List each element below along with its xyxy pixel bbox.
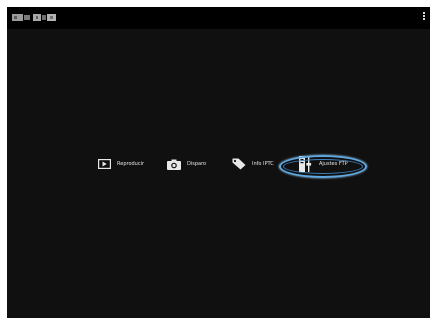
menu-item-reproducir[interactable]: Reproducir [98,153,144,175]
ftp-settings-icon [299,156,312,172]
menu-item-info-iptc[interactable]: Info IPTC [232,153,274,175]
tag-icon [232,158,246,170]
menu-item-label: Info IPTC [252,161,274,167]
menu-item-label: Reproducir [117,161,145,167]
logo [12,14,56,21]
menu-item-ajustes-ftp[interactable]: Ajustes FTP [299,153,348,175]
kebab-menu-icon[interactable] [421,11,427,25]
menu-item-label: Ajustes FTP [319,161,348,167]
menu-item-label: Disparo [187,161,207,167]
app-window: Reproducir Disparo Info IPTC Ajustes FTP [7,7,430,318]
camera-icon [167,159,181,170]
playback-icon [98,159,111,169]
main-menu: Reproducir Disparo Info IPTC Ajustes FTP [7,153,430,178]
menu-item-disparo[interactable]: Disparo [167,153,206,175]
top-bar [7,7,430,29]
